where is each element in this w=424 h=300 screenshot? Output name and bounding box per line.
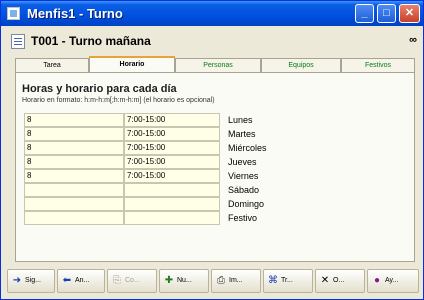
schedule-grid: 8 7:00-15:00 Lunes 8 7:00-15:00 Martes 8…: [24, 113, 284, 225]
time-input[interactable]: 7:00-15:00: [124, 169, 220, 183]
table-row: 8 7:00-15:00 Jueves: [24, 155, 284, 169]
hours-input[interactable]: 8: [24, 127, 124, 141]
format-hint: Horario en formato: h:m-h:m[;h:m-h:m] (e…: [22, 97, 215, 104]
tab-personas[interactable]: Personas: [175, 58, 261, 72]
print-icon: ⎙: [217, 275, 225, 286]
table-row: 8 7:00-15:00 Martes: [24, 127, 284, 141]
table-row: Festivo: [24, 211, 284, 225]
app-icon: [7, 7, 20, 20]
tree-icon: ⌘: [268, 275, 278, 286]
tree-button[interactable]: ⌘ Tr...: [263, 269, 313, 293]
time-input[interactable]: [124, 197, 220, 211]
record-header: T001 - Turno mañana ∞: [7, 32, 419, 52]
tab-tarea[interactable]: Tarea: [15, 58, 89, 72]
day-label: Domingo: [228, 199, 265, 209]
day-label: Sábado: [228, 185, 260, 195]
day-label: Lunes: [228, 115, 253, 125]
time-input[interactable]: 7:00-15:00: [124, 113, 220, 127]
record-title: T001 - Turno mañana: [31, 34, 151, 48]
table-row: 8 7:00-15:00 Viernes: [24, 169, 284, 183]
binoculars-icon[interactable]: ∞: [409, 34, 417, 46]
help-icon: ●: [373, 275, 381, 286]
hours-input[interactable]: [24, 197, 124, 211]
time-input[interactable]: 7:00-15:00: [124, 127, 220, 141]
hours-input[interactable]: 8: [24, 169, 124, 183]
time-input[interactable]: 7:00-15:00: [124, 155, 220, 169]
title-bar[interactable]: Menfis1 - Turno _ □ ✕: [1, 1, 423, 26]
copy-icon: ⎘: [113, 275, 121, 286]
tab-equipos[interactable]: Equipos: [261, 58, 341, 72]
arrow-right-icon: ➜: [12, 275, 22, 286]
bottom-toolbar: ➜ Sig... ⬅ An... ⎘ Co... ✚ Nu... ⎙ Im... ⌘ Tr.…: [7, 269, 419, 295]
minimize-button[interactable]: _: [355, 4, 374, 23]
time-input[interactable]: 7:00-15:00: [124, 141, 220, 155]
time-input[interactable]: [124, 211, 220, 225]
day-label: Martes: [228, 129, 256, 139]
arrow-left-icon: ⬅: [62, 275, 72, 286]
horario-panel: Horas y horario para cada día Horario en…: [15, 72, 415, 262]
previous-button[interactable]: ⬅ An...: [57, 269, 105, 293]
table-row: 8 7:00-15:00 Miércoles: [24, 141, 284, 155]
print-button[interactable]: ⎙ Im...: [211, 269, 261, 293]
copy-button[interactable]: ⎘ Co...: [107, 269, 157, 293]
new-button[interactable]: ✚ Nu...: [159, 269, 209, 293]
tab-strip: Tarea Horario Personas Equipos Festivos: [15, 56, 415, 72]
table-row: Sábado: [24, 183, 284, 197]
day-label: Festivo: [228, 213, 258, 223]
day-label: Viernes: [228, 171, 259, 181]
hours-input[interactable]: [24, 183, 124, 197]
table-row: 8 7:00-15:00 Lunes: [24, 113, 284, 127]
new-icon: ✚: [164, 275, 174, 286]
app-window: Menfis1 - Turno _ □ ✕ T001 - Turno mañan…: [0, 0, 424, 300]
delete-icon: ✕: [320, 275, 330, 286]
close-button[interactable]: ✕: [399, 4, 420, 23]
window-title: Menfis1 - Turno: [27, 6, 123, 21]
hours-input[interactable]: 8: [24, 141, 124, 155]
maximize-button[interactable]: □: [377, 4, 396, 23]
hours-input[interactable]: 8: [24, 113, 124, 127]
table-row: Domingo: [24, 197, 284, 211]
day-label: Jueves: [228, 157, 257, 167]
hours-input[interactable]: 8: [24, 155, 124, 169]
tab-horario[interactable]: Horario: [89, 56, 175, 72]
time-input[interactable]: [124, 183, 220, 197]
tab-festivos[interactable]: Festivos: [341, 58, 415, 72]
day-label: Miércoles: [228, 143, 267, 153]
document-icon: [11, 34, 25, 49]
help-button[interactable]: ● Ay...: [367, 269, 419, 293]
delete-button[interactable]: ✕ O...: [315, 269, 365, 293]
next-button[interactable]: ➜ Sig...: [7, 269, 55, 293]
section-heading: Horas y horario para cada día: [22, 83, 177, 95]
hours-input[interactable]: [24, 211, 124, 225]
